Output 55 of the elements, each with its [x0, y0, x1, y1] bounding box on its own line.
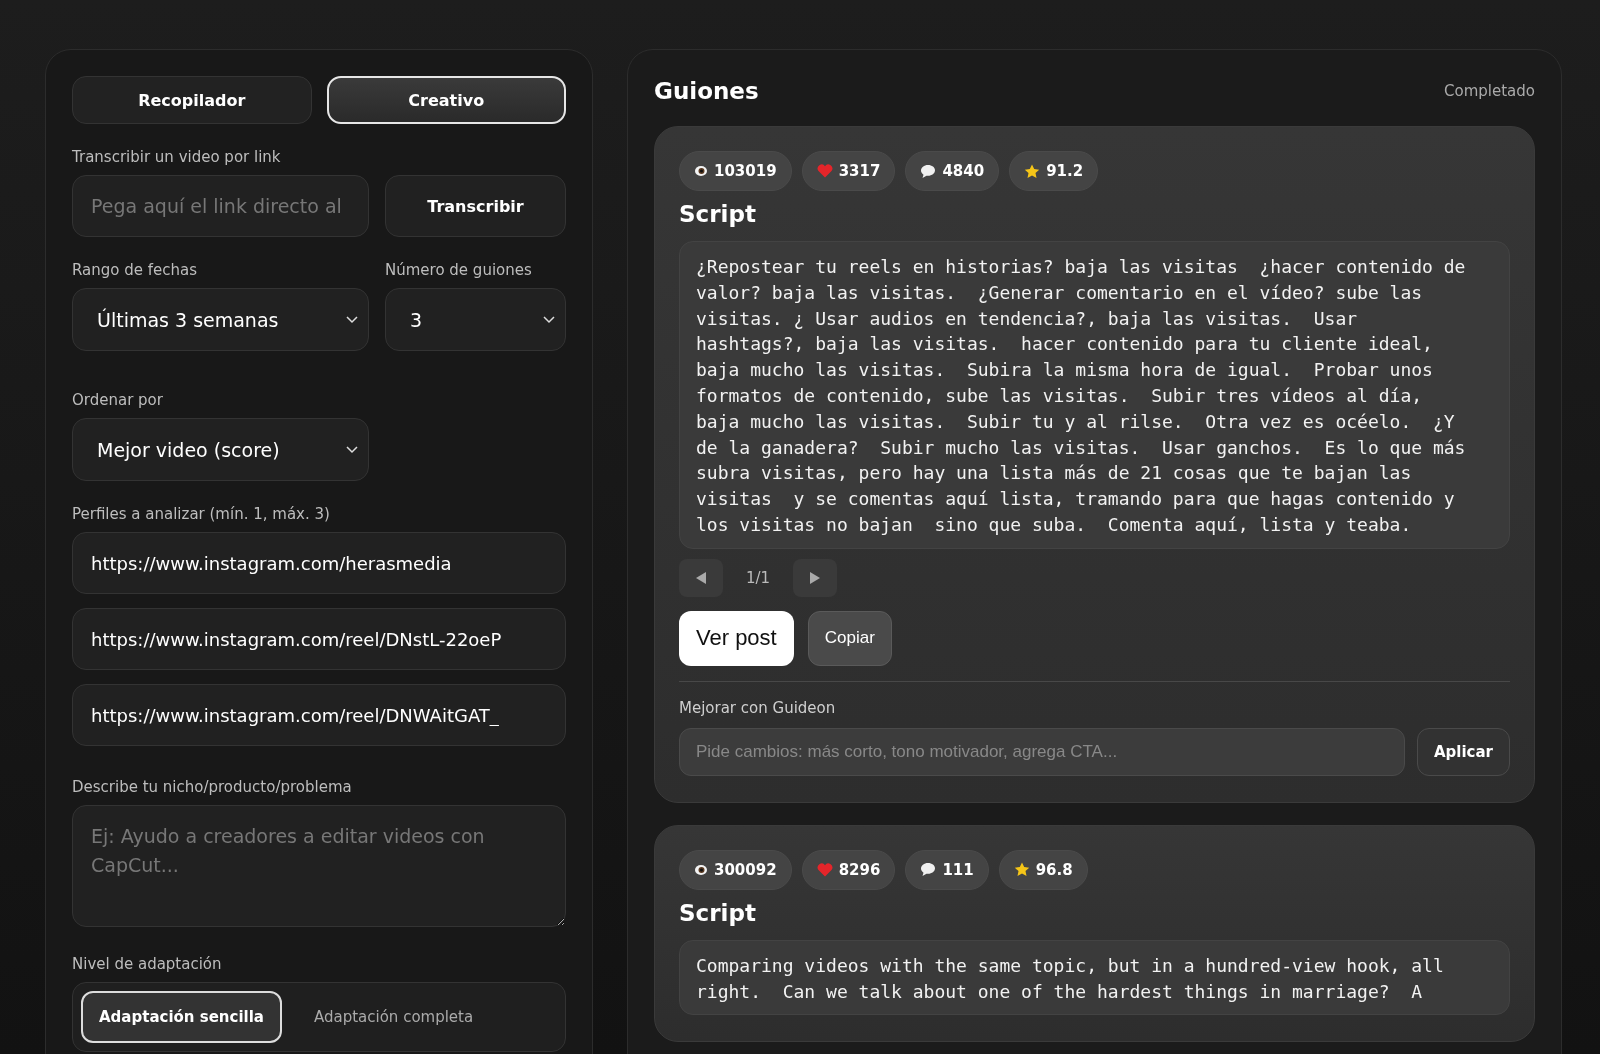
right-triangle-icon: [809, 570, 821, 585]
stat-value: 96.8: [1035, 860, 1073, 879]
eye-icon: [694, 165, 708, 177]
transcribe-button[interactable]: Transcribir: [385, 175, 566, 237]
script-heading: Script: [679, 899, 757, 926]
eye-icon: [694, 863, 708, 876]
star-icon: [1024, 163, 1041, 179]
left-triangle-icon: [695, 570, 707, 585]
script-text: Comparing videos with the same topic, but in a hundred-view hook, all right. Can we talk about one of the hardest things in marriage? A: [679, 939, 1510, 1016]
panel-title: Guiones: [654, 78, 759, 104]
stat-value: 91.2: [1046, 162, 1084, 180]
stat-value: 4840: [942, 162, 985, 180]
field-label: Describe tu nicho/producto/problema: [72, 778, 353, 796]
sort-select[interactable]: Mejor video (score): [72, 418, 369, 481]
script-text: ¿Repostear tu reels en historias? baja las visitas ¿hacer contenido de valor? baja las visitas. ¿Generar comentario en el vídeo? sube las visitas. ¿ Usar audios en tendencia?, baja las visitas. Usar hashtags?, baja las visitas. hacer contenido para tu cliente ideal, baja mucho las visitas. Subira la misma hora de igual. Probar unos formatos de contenido, sube las visitas. Subir tres vídeos al día, baja mucho las visitas. Subir tu y al rilse. Otra vez es océelo. ¿Y de la ganadera? Subir mucho las visitas. Usar ganchos. Es lo que más subra visitas, pero hay una lista más de 21 cosas que te bajan las visitas y se comentas aquí lista, tramando para que hagas contenido y los visitas no bajan sino que suba. Comenta aquí, lista y teaba.: [679, 241, 1510, 549]
date-range-select[interactable]: Últimas 3 semanas: [72, 288, 369, 351]
field-label: Rango de fechas: [72, 261, 199, 279]
star-icon: [1013, 862, 1030, 878]
field-label: Número de guiones: [385, 261, 533, 279]
apply-button[interactable]: Aplicar: [1416, 727, 1510, 776]
stat-value: 3317: [838, 162, 881, 180]
field-label: Ordenar por: [72, 391, 164, 409]
stat-value: 111: [942, 860, 974, 879]
mode-tab[interactable]: Recopilador: [72, 76, 312, 124]
field-label: Transcribir un video por link: [72, 148, 282, 166]
link-input-field[interactable]: Pega aquí el link directo al: [72, 175, 369, 237]
adaptation-option[interactable]: Adaptación completa: [295, 991, 492, 1043]
speech-bubble-icon: [920, 163, 937, 179]
copy-button[interactable]: Copiar: [807, 610, 892, 666]
profile-url-field[interactable]: https://www.instagram.com/reel/DNWAitGAT_: [72, 684, 566, 746]
niche-textarea[interactable]: Ej: Ayudo a creadores a editar videos con CapCut...: [72, 805, 566, 927]
chevron-down-icon: [346, 445, 358, 454]
chevron-down-icon: [543, 315, 555, 324]
heart-icon: [816, 862, 833, 877]
speech-bubble-icon: [920, 862, 937, 878]
script-count-select[interactable]: 3: [385, 288, 566, 351]
adaptation-option[interactable]: Adaptación sencilla: [81, 991, 282, 1043]
heart-icon: [816, 164, 833, 178]
stat-value: 300092: [714, 860, 777, 879]
chevron-down-icon: [346, 315, 358, 324]
next-button[interactable]: [793, 558, 837, 597]
field-label: Nivel de adaptación: [72, 955, 223, 973]
stat-value: 8296: [838, 860, 881, 879]
improve-input-field[interactable]: Pide cambios: más corto, tono motivador, agrega CTA...: [679, 727, 1405, 776]
script-heading: Script: [679, 201, 757, 227]
field-label: Perfiles a analizar (mín. 1, máx. 3): [72, 505, 331, 523]
previous-button[interactable]: [679, 558, 723, 597]
improve-label: Mejorar con Guideon: [679, 698, 837, 717]
profile-url-field[interactable]: https://www.instagram.com/herasmedia: [72, 532, 566, 594]
page-counter: 1/1: [744, 568, 772, 587]
profile-url-field[interactable]: https://www.instagram.com/reel/DNstL-22oeP: [72, 608, 566, 670]
mode-tab[interactable]: Creativo: [326, 76, 566, 124]
view-post-button[interactable]: Ver post: [679, 610, 794, 666]
status-text: Completado: [1444, 82, 1535, 100]
stat-value: 103019: [714, 162, 777, 180]
